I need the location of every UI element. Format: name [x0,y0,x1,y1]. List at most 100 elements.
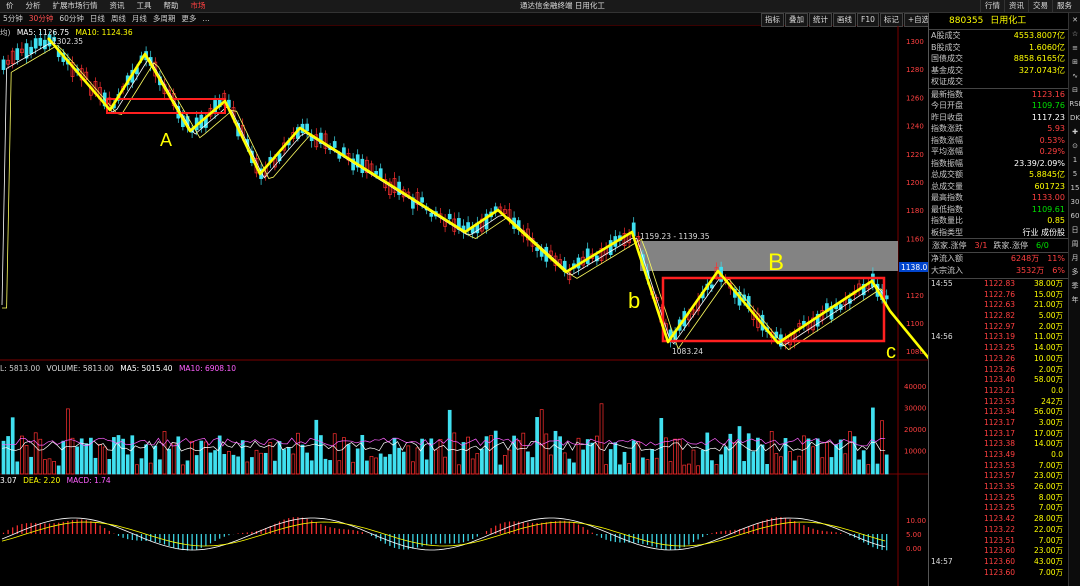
rightbar-icon[interactable]: 年 [1069,293,1080,307]
menu-right-trade[interactable]: 交易 [1028,0,1052,12]
menu-right-news[interactable]: 资讯 [1004,0,1028,12]
rightbar-icon[interactable]: ⊞ [1069,55,1080,69]
volume-bar [52,461,56,475]
candle-body [43,39,47,50]
tool-overlay-button[interactable]: 叠加 [785,13,808,27]
tick-row: 1123.60 7.00万 [929,568,1069,579]
menu-right-quotes[interactable]: 行情 [980,0,1004,12]
volume-ma5-line [1,440,886,452]
vol-prefix: L: 5813.00 [0,364,41,373]
volume-bar [751,451,756,475]
tick-row: 14:56 1123.19 11.00万 [929,332,1069,343]
rightbar-icon[interactable]: 60 [1069,209,1080,223]
volume-bar [351,461,355,475]
tab-more[interactable]: 更多 [178,13,199,25]
quote-row-label: 最低指数 [931,204,963,214]
tick-time [931,418,969,429]
volume-bar [806,438,811,475]
box-b [661,276,886,343]
rightbar-icon[interactable]: 5 [1069,167,1080,181]
rightbar-icon[interactable]: ∿ [1069,69,1080,83]
tab-60min[interactable]: 60分钟 [56,13,87,25]
rightbar-icon[interactable]: ✕ [1069,13,1080,27]
tool-indicator-button[interactable]: 指标 [761,13,784,27]
menu-item-help[interactable]: 帮助 [158,0,185,12]
rightbar-icon[interactable]: ✚ [1069,125,1080,139]
rightbar-icon[interactable]: 多 [1069,265,1080,279]
tick-volume: 7.00万 [1038,567,1063,577]
volume-bar [857,459,861,475]
tool-draw-button[interactable]: 画线 [833,13,856,27]
volume-bar [75,446,79,475]
tab-monthly[interactable]: 月线 [129,13,150,25]
tick-time [931,290,969,301]
menu-item-analysis[interactable]: 分析 [20,0,47,12]
tick-price: 1122.97 [983,321,1015,331]
menu-item-tools[interactable]: 工具 [131,0,158,12]
rightbar-icon[interactable]: DK [1069,111,1080,125]
tab-5min[interactable]: 5分钟 [0,13,26,25]
volume-bar [236,456,240,475]
volume-bar [452,432,457,475]
rightbar-icon[interactable]: 30 [1069,195,1080,209]
tick-time [931,300,969,311]
volume-bar [710,460,714,475]
menu-item-market[interactable]: 市场 [185,0,212,12]
volume-bar [641,457,645,475]
rightbar-icon[interactable]: RSI [1069,97,1080,111]
volume-bar [245,461,250,475]
tick-row: 1123.34 56.00万 [929,407,1069,418]
quote-row: 最新指数 1123.16 [929,89,1069,101]
volume-bar [15,461,20,475]
volume-bar [599,403,604,475]
kline-chart[interactable]: 1300128012601240122012001180116011401120… [0,26,928,586]
quote-row-label: 最新指数 [931,89,963,99]
volume-bar [829,457,834,475]
rightbar-icon[interactable]: 15 [1069,181,1080,195]
mid-price-label: 1159.23 - 1139.35 [640,232,710,241]
volume-bar [401,451,406,475]
quote-row: 平均涨幅 0.29% [929,146,1069,158]
tick-row: 14:57 1123.60 43.00万 [929,557,1069,568]
volume-bar [760,444,765,475]
volume-bar [411,461,415,475]
rightbar-icon[interactable]: 周 [1069,237,1080,251]
tool-stats-button[interactable]: 统计 [809,13,832,27]
rightbar-icon[interactable]: ⊟ [1069,83,1080,97]
menu-item-extended-market[interactable]: 扩展市场行情 [47,0,104,12]
down-label: 跌家.涨停 [993,241,1028,250]
tab-weekly[interactable]: 周线 [108,13,129,25]
tool-mark-button[interactable]: 标记 [879,13,903,27]
tool-f10-button[interactable]: F10 [857,13,879,27]
volume-bar [659,418,664,475]
rightbar-icon[interactable]: 月 [1069,251,1080,265]
volume-bar [461,442,466,475]
menu-item-price[interactable]: 价 [0,0,20,12]
volume-bar [300,444,305,475]
tab-multi-period[interactable]: 多周期 [150,13,179,25]
quote-side-panel: 880355 日用化工 A股成交 4553.8007亿 B股成交 1.6060亿 国债成… [928,13,1069,586]
tab-daily[interactable]: 日线 [87,13,108,25]
tab-overflow[interactable]: … [199,13,213,25]
volume-bar [24,445,29,475]
tick-volume: 17.00万 [1034,428,1063,438]
rightbar-icon[interactable]: 季 [1069,279,1080,293]
rightbar-icon[interactable]: ☆ [1069,27,1080,41]
vol-value: VOLUME: 5813.00 [46,364,114,373]
tick-list[interactable]: 14:55 1122.83 38.00万 1122.76 15.00万 1122.63 21… [929,279,1069,578]
tick-row: 1123.22 22.00万 [929,525,1069,536]
volume-bar [549,454,553,475]
volume-bar [93,457,98,475]
rightbar-icon[interactable]: 日 [1069,223,1080,237]
quote-row-value: 23.39/2.09% [1013,158,1065,168]
volume-bar [622,451,627,475]
quote-row-value: 1109.61 [1031,204,1065,214]
volume-bars [1,403,889,475]
rightbar-icon[interactable]: 1 [1069,153,1080,167]
rightbar-icon[interactable]: ⊙ [1069,139,1080,153]
menu-item-news[interactable]: 资讯 [104,0,131,12]
menu-right-service[interactable]: 服务 [1052,0,1076,12]
tab-30min[interactable]: 30分钟 [26,13,57,25]
rightbar-icon[interactable]: ≡ [1069,41,1080,55]
volume-bar [650,449,654,475]
